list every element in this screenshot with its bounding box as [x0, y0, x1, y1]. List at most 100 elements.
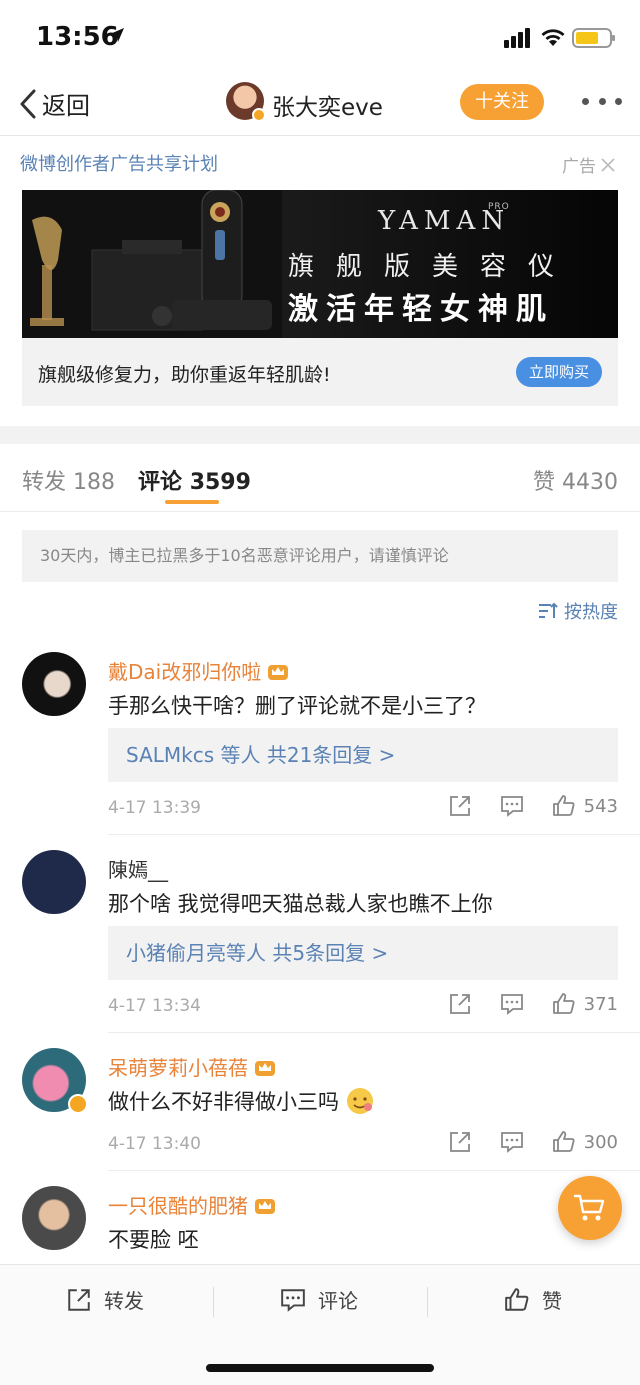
back-label: 返回	[42, 92, 90, 120]
comment-author[interactable]: 一只很酷的肥猪	[108, 1190, 276, 1219]
comment-actions: 543	[420, 794, 618, 818]
avatar[interactable]	[22, 850, 86, 914]
wifi-icon	[541, 29, 565, 46]
comment-text-content: 做什么不好非得做小三吗	[108, 1090, 339, 1114]
share-icon[interactable]	[448, 992, 472, 1016]
back-button[interactable]: 返回	[18, 86, 90, 121]
like-icon[interactable]	[552, 794, 576, 818]
comment-text: 不要脸 呸	[108, 1228, 199, 1252]
comment-author[interactable]: 戴Dai改邪归你啦	[108, 656, 289, 685]
comment-label: 评论	[318, 1289, 358, 1313]
tab-active-indicator	[165, 500, 219, 504]
comment-text: 手那么快干啥？删了评论就不是小三了？	[108, 694, 486, 718]
comment-icon[interactable]	[500, 992, 524, 1016]
comment-time: 4-17 13:34	[108, 996, 201, 1016]
comment-item: 戴Dai改邪归你啦 手那么快干啥？删了评论就不是小三了？ SALMkcs 等人 …	[0, 652, 640, 835]
ad-close-button[interactable]: 广告	[562, 152, 616, 177]
ad-banner[interactable]: YAMAN PRO 旗舰版美容仪 激活年轻女神肌	[22, 190, 618, 338]
tab-comment-count: 3599	[189, 470, 251, 495]
comment-replies[interactable]: 小猪偷月亮等人 共5条回复 >	[108, 926, 618, 980]
comment-author[interactable]: 呆萌萝莉小蓓蓓	[108, 1052, 276, 1081]
signal-icon	[504, 28, 530, 48]
comment-icon[interactable]	[500, 794, 524, 818]
like-button[interactable]: 赞	[504, 1285, 562, 1314]
share-icon	[68, 1288, 90, 1311]
comment-text: 做什么不好非得做小三吗	[108, 1086, 375, 1116]
ad-product-image	[22, 190, 282, 338]
divider	[108, 1032, 640, 1033]
status-bar: 13:56	[0, 0, 640, 72]
ad-tag-label: 广告	[562, 157, 596, 177]
divider	[427, 1287, 428, 1317]
location-arrow-icon	[110, 28, 124, 42]
verified-badge	[68, 1094, 88, 1114]
tab-repost[interactable]: 转发 188	[22, 464, 115, 496]
divider	[213, 1287, 214, 1317]
page-title[interactable]: 张大奕eve	[272, 88, 383, 122]
cart-button[interactable]	[558, 1176, 622, 1240]
tab-bar: 转发 188 评论 3599 赞 4430	[0, 444, 640, 512]
emoji-icon	[347, 1088, 373, 1114]
comment-author-name: 陳嫣__	[108, 858, 168, 882]
comment-time: 4-17 13:40	[108, 1134, 201, 1154]
ad-description: 旗舰级修复力，助你重返年轻肌龄!	[38, 364, 331, 386]
comment-icon	[281, 1288, 305, 1312]
ad-header: 微博创作者广告共享计划 广告	[0, 148, 640, 178]
sort-icon	[539, 602, 558, 618]
close-icon	[601, 157, 615, 172]
crown-icon	[255, 1060, 275, 1076]
like-icon[interactable]	[552, 1130, 576, 1154]
section-divider	[0, 426, 640, 444]
tab-like[interactable]: 赞 4430	[533, 464, 618, 496]
like-count: 300	[583, 1131, 618, 1153]
divider	[108, 1170, 640, 1171]
ad-brand-sub: PRO	[488, 202, 510, 212]
comment-author[interactable]: 陳嫣__	[108, 854, 168, 883]
like-count: 543	[583, 795, 618, 817]
ad-headline: 旗舰版美容仪	[288, 252, 577, 282]
like-count: 371	[583, 993, 618, 1015]
cart-icon	[573, 1194, 605, 1221]
comment-author-name: 一只很酷的肥猪	[108, 1194, 248, 1218]
buy-now-button[interactable]: 立即购买	[516, 357, 602, 387]
comment-actions: 371	[420, 992, 618, 1016]
tab-comment-label: 评论	[138, 470, 183, 495]
tab-like-count: 4430	[562, 470, 618, 495]
ad-title[interactable]: 微博创作者广告共享计划	[20, 150, 218, 176]
comment-item: 一只很酷的肥猪 不要脸 呸	[0, 1186, 640, 1264]
battery-icon	[572, 28, 615, 48]
comment-button[interactable]: 评论	[280, 1285, 358, 1314]
comment-item: 陳嫣__ 那个啥 我觉得吧天猫总裁人家也瞧不上你 小猪偷月亮等人 共5条回复 >…	[0, 850, 640, 1033]
ad-slogan: 激活年轻女神肌	[288, 292, 554, 327]
ad-footer[interactable]: 旗舰级修复力，助你重返年轻肌龄! 立即购买	[22, 338, 618, 406]
comment-icon[interactable]	[500, 1130, 524, 1154]
share-icon[interactable]	[448, 794, 472, 818]
comment-author-name: 戴Dai改邪归你啦	[108, 660, 262, 684]
repost-button[interactable]: 转发	[66, 1285, 144, 1314]
verified-badge	[252, 108, 266, 122]
repost-label: 转发	[104, 1289, 144, 1313]
comment-actions: 300	[420, 1130, 618, 1154]
tab-like-label: 赞	[532, 470, 555, 495]
tab-comment[interactable]: 评论 3599	[138, 464, 251, 496]
like-icon	[505, 1287, 529, 1311]
tab-repost-count: 188	[73, 470, 116, 495]
comment-time: 4-17 13:39	[108, 798, 201, 818]
comment-notice: 30天内，博主已拉黑多于10名恶意评论用户，请谨慎评论	[22, 530, 618, 582]
comment-text: 那个啥 我觉得吧天猫总裁人家也瞧不上你	[108, 892, 493, 916]
home-indicator	[206, 1364, 434, 1372]
like-label: 赞	[542, 1289, 562, 1313]
follow-button[interactable]: 十关注	[460, 84, 544, 120]
avatar[interactable]	[22, 652, 86, 716]
more-dots-icon[interactable]	[582, 98, 622, 108]
comment-item: 呆萌萝莉小蓓蓓 做什么不好非得做小三吗 4-17 13:40 300	[0, 1048, 640, 1171]
back-chevron-icon	[20, 89, 36, 118]
status-time: 13:56	[36, 22, 119, 52]
like-icon[interactable]	[552, 992, 576, 1016]
comment-replies[interactable]: SALMkcs 等人 共21条回复 >	[108, 728, 618, 782]
divider	[108, 834, 640, 835]
share-icon[interactable]	[448, 1130, 472, 1154]
tab-repost-label: 转发	[22, 470, 67, 495]
sort-button[interactable]: 按热度	[538, 598, 618, 624]
avatar[interactable]	[22, 1186, 86, 1250]
